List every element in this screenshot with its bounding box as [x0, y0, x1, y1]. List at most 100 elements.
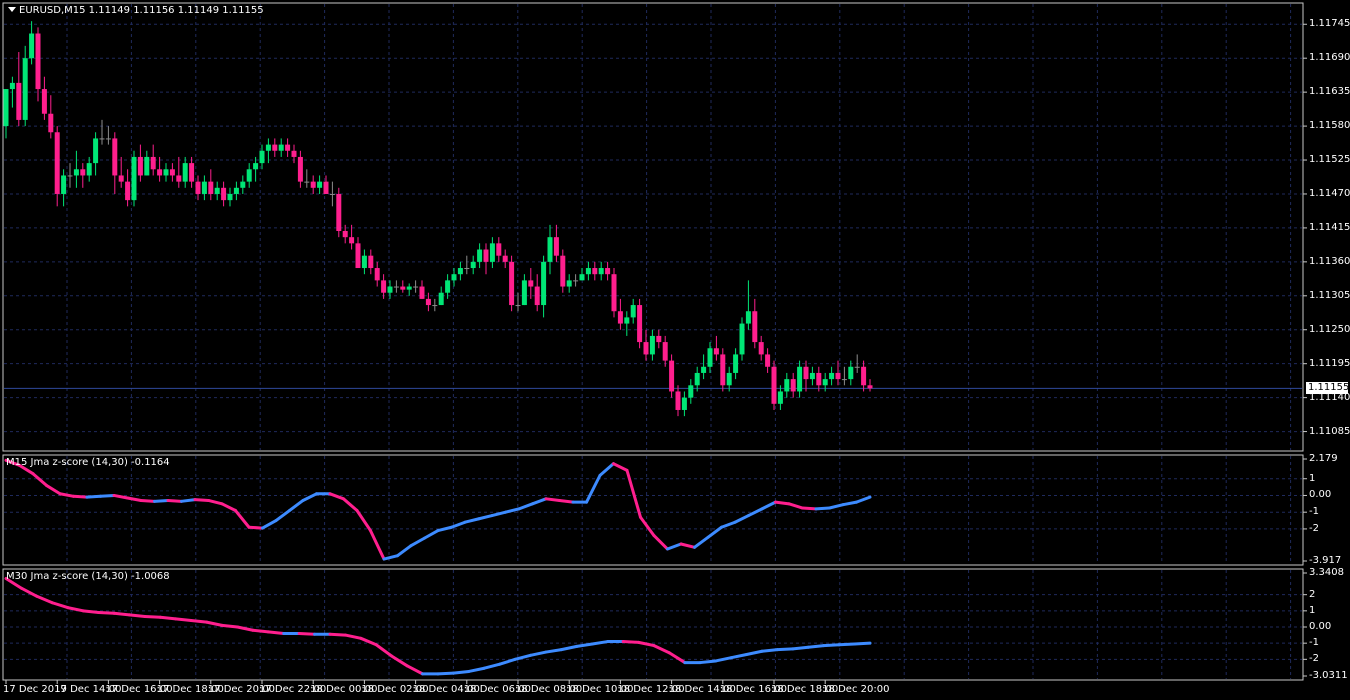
- sub2-tick-label: 2: [1309, 588, 1316, 600]
- sub1-line-segment: [760, 500, 777, 511]
- candle-body: [93, 138, 99, 164]
- candle-body: [451, 274, 457, 281]
- candle-body: [649, 335, 655, 355]
- sub1-tick-label: 0.00: [1309, 489, 1332, 501]
- candle-body: [489, 243, 495, 262]
- candle-body: [387, 286, 393, 293]
- sub1-line-segment: [72, 494, 89, 499]
- candle-body: [310, 181, 316, 188]
- candle-body: [701, 366, 707, 373]
- sub1-line-segment: [45, 483, 62, 496]
- symbol-info-text: EURUSD,M15 1.11149 1.11156 1.11149 1.111…: [19, 5, 264, 16]
- candle-body: [809, 372, 815, 380]
- sub2-line-segment: [621, 640, 641, 644]
- sub2-line-segment: [559, 644, 579, 652]
- candle-body: [592, 268, 598, 275]
- candle-body: [48, 113, 54, 133]
- sub1-tick-label: -2: [1309, 522, 1319, 534]
- candle-body: [73, 169, 79, 176]
- candle-body: [739, 323, 745, 355]
- sub1-line-segment: [166, 498, 183, 503]
- candle-body: [733, 354, 739, 373]
- sub1-line-segment: [328, 492, 345, 501]
- candle-body: [611, 274, 617, 312]
- candle-body: [176, 175, 182, 182]
- candle-body: [483, 249, 489, 262]
- candle-body: [323, 181, 329, 194]
- sub2-tick-label: -3.0311: [1309, 670, 1348, 681]
- candle-body: [643, 342, 649, 355]
- price-tick-label: 1.11195: [1309, 357, 1350, 369]
- sub1-line-segment: [247, 525, 264, 530]
- candle-body: [617, 311, 623, 324]
- candle-body: [374, 268, 380, 281]
- main-pane-title: EURUSD,M15 1.11149 1.11156 1.11149 1.111…: [6, 5, 264, 17]
- price-tick-label: 1.11250: [1309, 323, 1350, 335]
- candle-body: [502, 255, 508, 262]
- candle-body: [713, 348, 719, 355]
- candle-body: [573, 280, 579, 282]
- candle-body: [816, 372, 822, 386]
- sub1-line-segment: [126, 496, 143, 502]
- candle-body: [534, 286, 540, 306]
- sub2-line-segment: [97, 610, 116, 615]
- sub1-line-segment: [58, 492, 75, 498]
- candle-body: [669, 360, 675, 392]
- sub2-line-segment: [158, 615, 178, 621]
- sub2-line-segment: [482, 662, 502, 670]
- sub1-line-segment: [504, 507, 521, 514]
- chart-canvas[interactable]: [0, 0, 1350, 700]
- candle-body: [624, 317, 630, 324]
- candle-body: [253, 163, 259, 170]
- candle-body: [515, 305, 521, 307]
- sub2-line-segment: [775, 647, 795, 652]
- sub2-pane-border: [2, 568, 1304, 681]
- candle-body: [137, 156, 143, 176]
- candle-body: [413, 286, 419, 288]
- candle-body: [259, 150, 265, 164]
- candle-body: [720, 354, 726, 386]
- candle-body: [112, 138, 118, 176]
- candle-body: [822, 379, 828, 386]
- candle-body: [29, 33, 35, 59]
- candle-body: [297, 156, 303, 182]
- candle-body: [406, 286, 412, 290]
- candle-body: [470, 261, 476, 269]
- candle-body: [54, 132, 60, 194]
- candle-body: [784, 379, 790, 392]
- chart-window[interactable]: EURUSD,M15 1.11149 1.11156 1.11149 1.111…: [0, 0, 1350, 700]
- sub1-line-segment: [585, 473, 602, 504]
- sub1-line-segment: [463, 517, 480, 524]
- price-tick-label: 1.11085: [1309, 425, 1350, 437]
- candle-body: [585, 268, 591, 275]
- sub1-line-segment: [288, 498, 305, 513]
- sub1-line-segment: [342, 497, 359, 513]
- sub1-line-segment: [490, 510, 507, 518]
- candle-body: [605, 268, 611, 275]
- candle-body: [509, 261, 515, 306]
- candle-body: [419, 286, 425, 299]
- sub1-line-segment: [409, 536, 426, 548]
- candle-body: [432, 305, 438, 307]
- sub2-line-segment: [436, 671, 455, 676]
- candle-body: [86, 163, 92, 176]
- price-tick-label: 1.11360: [1309, 255, 1350, 267]
- sub1-line-segment: [787, 502, 804, 510]
- sub2-line-segment: [35, 594, 54, 605]
- sub2-line-segment: [405, 664, 425, 676]
- sub1-pane-border: [2, 454, 1304, 566]
- sub1-line-segment: [31, 472, 48, 487]
- sub1-line-segment: [639, 515, 656, 538]
- sub2-line-segment: [822, 643, 841, 648]
- candle-body: [278, 144, 284, 151]
- candle-body: [125, 181, 131, 201]
- candle-body: [195, 181, 201, 194]
- candle-body: [80, 169, 86, 176]
- sub2-line-segment: [729, 652, 749, 660]
- sub2-line-segment: [837, 642, 857, 647]
- main-pane-border: [2, 2, 1304, 452]
- candle-body: [144, 156, 150, 176]
- sub1-line-segment: [801, 506, 818, 511]
- sub1-line-segment: [652, 534, 669, 551]
- dropdown-triangle-icon[interactable]: [8, 7, 16, 12]
